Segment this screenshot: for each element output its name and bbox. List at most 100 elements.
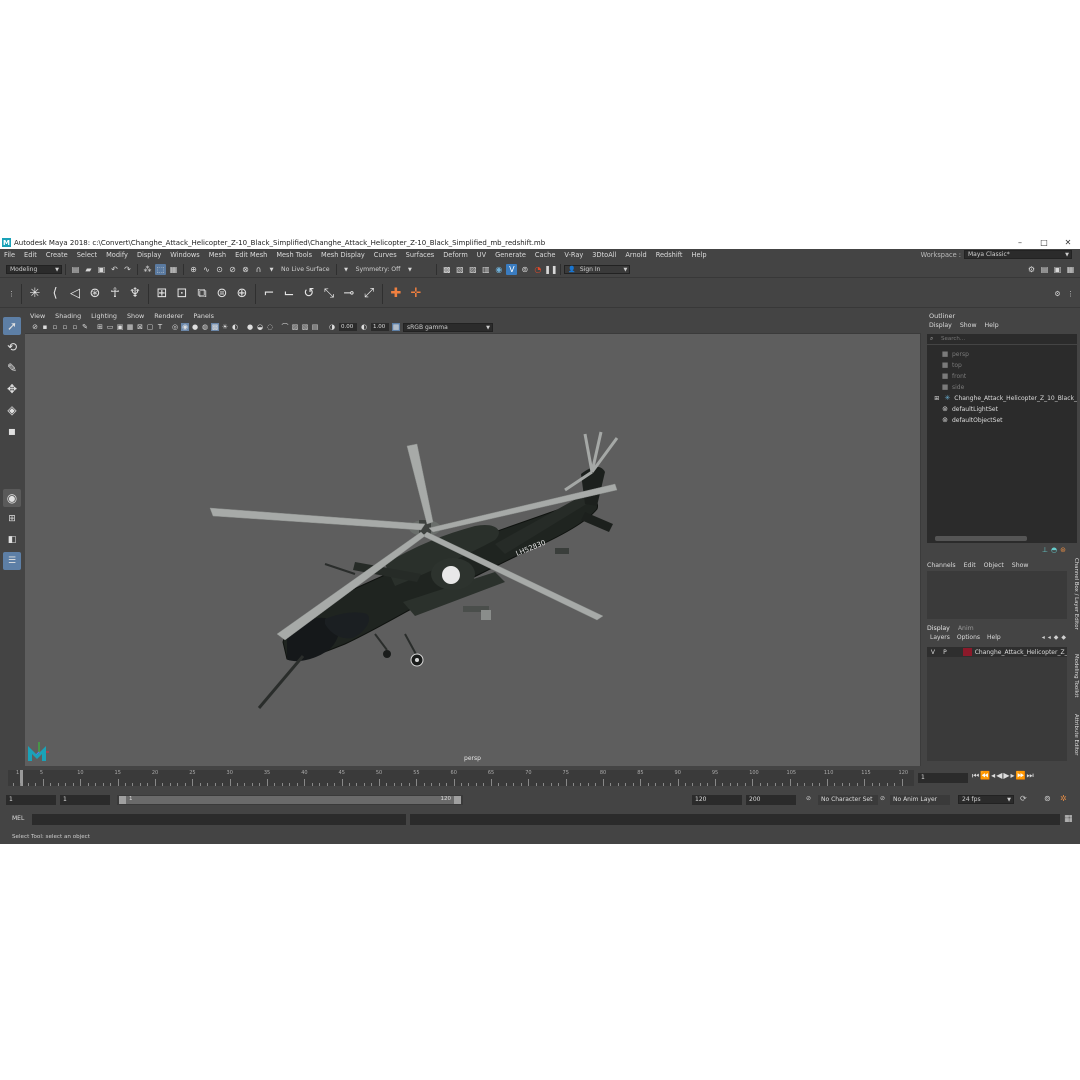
channel-icon[interactable]: ⊥ [1042,546,1048,554]
vp-menu-renderer[interactable]: Renderer [149,312,188,320]
outliner-item-persp[interactable]: ■ persp [941,349,969,359]
menu-uv[interactable]: UV [473,251,491,259]
blend-shape-icon[interactable]: ⧉ [194,286,210,302]
camera-attr-icon[interactable]: ▪ [41,323,49,331]
move-layer-down-icon[interactable]: ◂ [1048,634,1051,641]
layer-name[interactable]: Changhe_Attack_Helicopter_Z_ [975,649,1067,656]
color-management-icon[interactable]: ▦ [392,323,400,331]
open-scene-icon[interactable]: ▰ [83,264,94,275]
shelf-scroll-icon[interactable]: ⋮ [1065,288,1076,299]
render-frame-icon[interactable]: ▧ [454,264,465,275]
render-settings-icon[interactable]: ▥ [480,264,491,275]
vp-menu-show[interactable]: Show [122,312,149,320]
tab-anim[interactable]: Anim [958,625,974,632]
cluster-icon[interactable]: ⊡ [174,286,190,302]
outliner-menu-help[interactable]: Help [985,322,999,329]
view-2d-icon[interactable]: ▫ [71,323,79,331]
wireframe-icon[interactable]: ◎ [171,323,179,331]
expand-icon[interactable]: ⊞ [933,394,941,402]
xray-active-icon[interactable]: ▧ [301,323,309,331]
isolate-select-icon[interactable]: ⌒ [281,323,289,331]
textured-icon[interactable]: ▩ [211,323,219,331]
skeleton-icon[interactable]: ♆ [127,286,143,302]
step-back-key-icon[interactable]: ⏪ [980,771,990,781]
select-object-icon[interactable]: ⬚ [155,264,166,275]
channel-box-area[interactable] [927,571,1067,619]
play-backwards-icon[interactable]: ◀ [996,771,1002,781]
snap-curve-icon[interactable]: ∿ [201,264,212,275]
grid-icon[interactable]: ⊞ [96,323,104,331]
single-view-icon[interactable]: ◉ [3,489,21,507]
menuset-dropdown[interactable]: Modeling ▼ [6,265,62,274]
new-scene-icon[interactable]: ▤ [70,264,81,275]
vp-menu-shading[interactable]: Shading [50,312,86,320]
outliner-item-default-object-set[interactable]: ⊚ defaultObjectSet [941,415,1002,425]
play-forwards-icon[interactable]: ▶ [1003,771,1009,781]
constraint-pole-icon[interactable]: ⤢ [361,286,377,302]
maximize-button[interactable]: □ [1032,238,1056,247]
step-back-frame-icon[interactable]: ◂ [991,771,995,781]
loop-icon[interactable]: ⟳ [1020,794,1027,803]
outliner-scrollbar[interactable] [935,536,1027,541]
go-to-end-icon[interactable]: ⏭ [1026,771,1033,781]
xray-joints-icon[interactable]: ▤ [311,323,319,331]
pause-icon[interactable]: ❚❚ [544,264,557,275]
outliner-item-front[interactable]: ■ front [941,371,967,381]
chevron-down-icon[interactable]: ▼ [341,264,352,275]
close-button[interactable]: ✕ [1056,238,1080,247]
cb-menu-object[interactable]: Object [984,562,1004,569]
select-component-icon[interactable]: ▦ [168,264,179,275]
menu-create[interactable]: Create [42,251,73,259]
lasso-tool-icon[interactable]: ⟲ [3,338,21,356]
menu-display[interactable]: Display [133,251,166,259]
fps-dropdown[interactable]: 24 fps ▼ [958,795,1014,804]
symmetry-label[interactable]: Symmetry: Off [353,266,404,273]
arnold-render-icon[interactable]: ⊚ [519,264,530,275]
paint-select-icon[interactable]: ✎ [3,359,21,377]
exposure-icon[interactable]: ◑ [328,323,336,331]
menu-windows[interactable]: Windows [166,251,204,259]
menu-mesh-display[interactable]: Mesh Display [317,251,370,259]
xray-icon[interactable]: ▨ [291,323,299,331]
vp-menu-panels[interactable]: Panels [188,312,219,320]
menu-edit-mesh[interactable]: Edit Mesh [231,251,272,259]
constraint-orient-icon[interactable]: ↺ [301,286,317,302]
menu-select[interactable]: Select [73,251,102,259]
bookmark-icon[interactable]: ▫ [51,323,59,331]
magnet-icon[interactable]: ∩ [253,264,264,275]
chevron-down-icon[interactable]: ▼ [266,264,277,275]
move-tool-icon[interactable]: ✥ [3,380,21,398]
tool-settings-icon[interactable]: ▣ [1052,264,1063,275]
menu-generate[interactable]: Generate [491,251,531,259]
tab-modeling-toolkit[interactable]: Modeling Toolkit [1070,654,1079,697]
live-surface-label[interactable]: No Live Surface [278,266,333,273]
menu-curves[interactable]: Curves [370,251,402,259]
rotate-tool-icon[interactable]: ◈ [3,401,21,419]
menu-modify[interactable]: Modify [102,251,133,259]
character-set-field[interactable]: No Character Set [818,795,878,805]
new-layer-selected-icon[interactable]: ◆ [1061,634,1066,641]
le-menu-help[interactable]: Help [987,634,1001,641]
channel-box-icon[interactable]: ▦ [1065,264,1076,275]
layer-playback-toggle[interactable]: P [939,649,951,656]
layer-list[interactable] [927,657,1067,761]
use-all-lights-icon[interactable]: ☀ [221,323,229,331]
step-forward-frame-icon[interactable]: ▸ [1011,771,1015,781]
vp-menu-view[interactable]: View [25,312,50,320]
undo-icon[interactable]: ↶ [109,264,120,275]
range-start-handle[interactable] [119,796,126,804]
humanik-icon[interactable]: ☥ [107,286,123,302]
gamma-icon[interactable]: ◐ [360,323,368,331]
go-to-start-icon[interactable]: ⏮ [972,771,979,781]
redshift-render-icon[interactable]: ◔ [532,264,543,275]
gate-mask-icon[interactable]: ▦ [126,323,134,331]
outliner-search-input[interactable]: Search... [927,334,1077,344]
shadows-icon[interactable]: ◐ [231,323,239,331]
menu-mesh-tools[interactable]: Mesh Tools [272,251,317,259]
bind-skin-icon[interactable]: ⊛ [87,286,103,302]
lattice-icon[interactable]: ⊞ [154,286,170,302]
playback-start-field[interactable]: 1 [60,795,110,805]
move-layer-up-icon[interactable]: ◂ [1042,634,1045,641]
cb-menu-channels[interactable]: Channels [927,562,956,569]
film-gate-icon[interactable]: ▭ [106,323,114,331]
